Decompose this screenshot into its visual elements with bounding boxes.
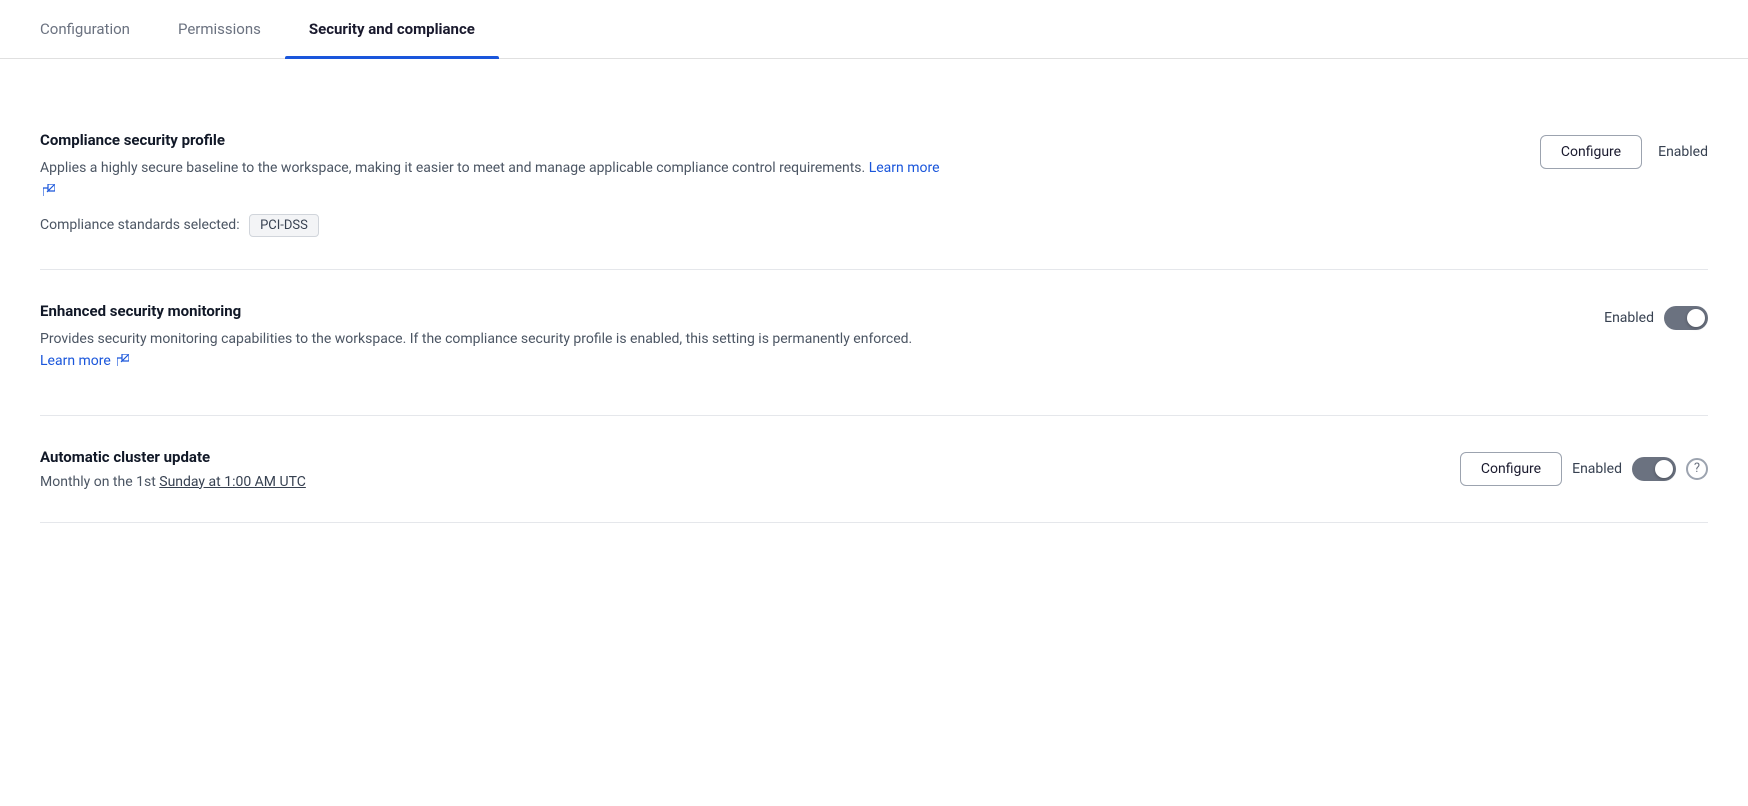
cluster-status-text: Enabled xyxy=(1572,461,1622,477)
cluster-configure-button[interactable]: Configure xyxy=(1460,452,1562,486)
compliance-standards-row: Compliance standards selected: PCI-DSS xyxy=(40,214,940,237)
compliance-configure-button[interactable]: Configure xyxy=(1540,135,1642,169)
section-right-compliance: Configure Enabled xyxy=(1540,131,1708,169)
enhanced-status-text: Enabled xyxy=(1604,310,1654,326)
automatic-cluster-update-section: Automatic cluster update Monthly on the … xyxy=(40,416,1708,523)
external-link-icon xyxy=(43,184,55,196)
enhanced-security-monitoring-title: Enhanced security monitoring xyxy=(40,302,940,320)
cluster-schedule-link[interactable]: Sunday at 1:00 AM UTC xyxy=(159,474,306,490)
cluster-toggle[interactable] xyxy=(1632,457,1676,481)
tab-permissions[interactable]: Permissions xyxy=(154,0,285,58)
enhanced-toggle[interactable] xyxy=(1664,306,1708,330)
cluster-toggle-track xyxy=(1632,457,1676,481)
cluster-toggle-thumb xyxy=(1655,460,1673,478)
enhanced-toggle-track xyxy=(1664,306,1708,330)
section-left-compliance: Compliance security profile Applies a hi… xyxy=(40,131,940,237)
compliance-desc-text: Applies a highly secure baseline to the … xyxy=(40,160,865,176)
cluster-help-icon[interactable]: ? xyxy=(1686,458,1708,480)
enhanced-desc-text: Provides security monitoring capabilitie… xyxy=(40,331,912,347)
compliance-standards-label: Compliance standards selected: xyxy=(40,217,240,233)
enhanced-learn-more-link[interactable]: Learn more xyxy=(40,353,129,369)
enhanced-toggle-thumb xyxy=(1687,309,1705,327)
section-right-enhanced: Enabled xyxy=(1604,302,1708,330)
tabs-bar: Configuration Permissions Security and c… xyxy=(0,0,1748,59)
section-left-cluster: Automatic cluster update Monthly on the … xyxy=(40,448,940,490)
compliance-security-profile-section: Compliance security profile Applies a hi… xyxy=(40,99,1708,270)
section-right-cluster: Configure Enabled ? xyxy=(1460,448,1708,486)
tab-configuration[interactable]: Configuration xyxy=(40,0,154,58)
cluster-schedule-prefix: Monthly on the 1st xyxy=(40,474,156,490)
section-left-enhanced: Enhanced security monitoring Provides se… xyxy=(40,302,940,383)
enhanced-security-monitoring-desc: Provides security monitoring capabilitie… xyxy=(40,328,940,373)
compliance-status-text: Enabled xyxy=(1658,144,1708,160)
compliance-security-profile-title: Compliance security profile xyxy=(40,131,940,149)
compliance-security-profile-desc: Applies a highly secure baseline to the … xyxy=(40,157,940,202)
cluster-schedule-row: Monthly on the 1st Sunday at 1:00 AM UTC xyxy=(40,474,940,490)
enhanced-security-monitoring-section: Enhanced security monitoring Provides se… xyxy=(40,270,1708,416)
tab-security[interactable]: Security and compliance xyxy=(285,0,499,58)
main-content: Compliance security profile Applies a hi… xyxy=(0,59,1748,523)
pci-dss-badge: PCI-DSS xyxy=(249,214,319,237)
external-link-icon-2 xyxy=(117,354,129,366)
automatic-cluster-update-title: Automatic cluster update xyxy=(40,448,940,466)
